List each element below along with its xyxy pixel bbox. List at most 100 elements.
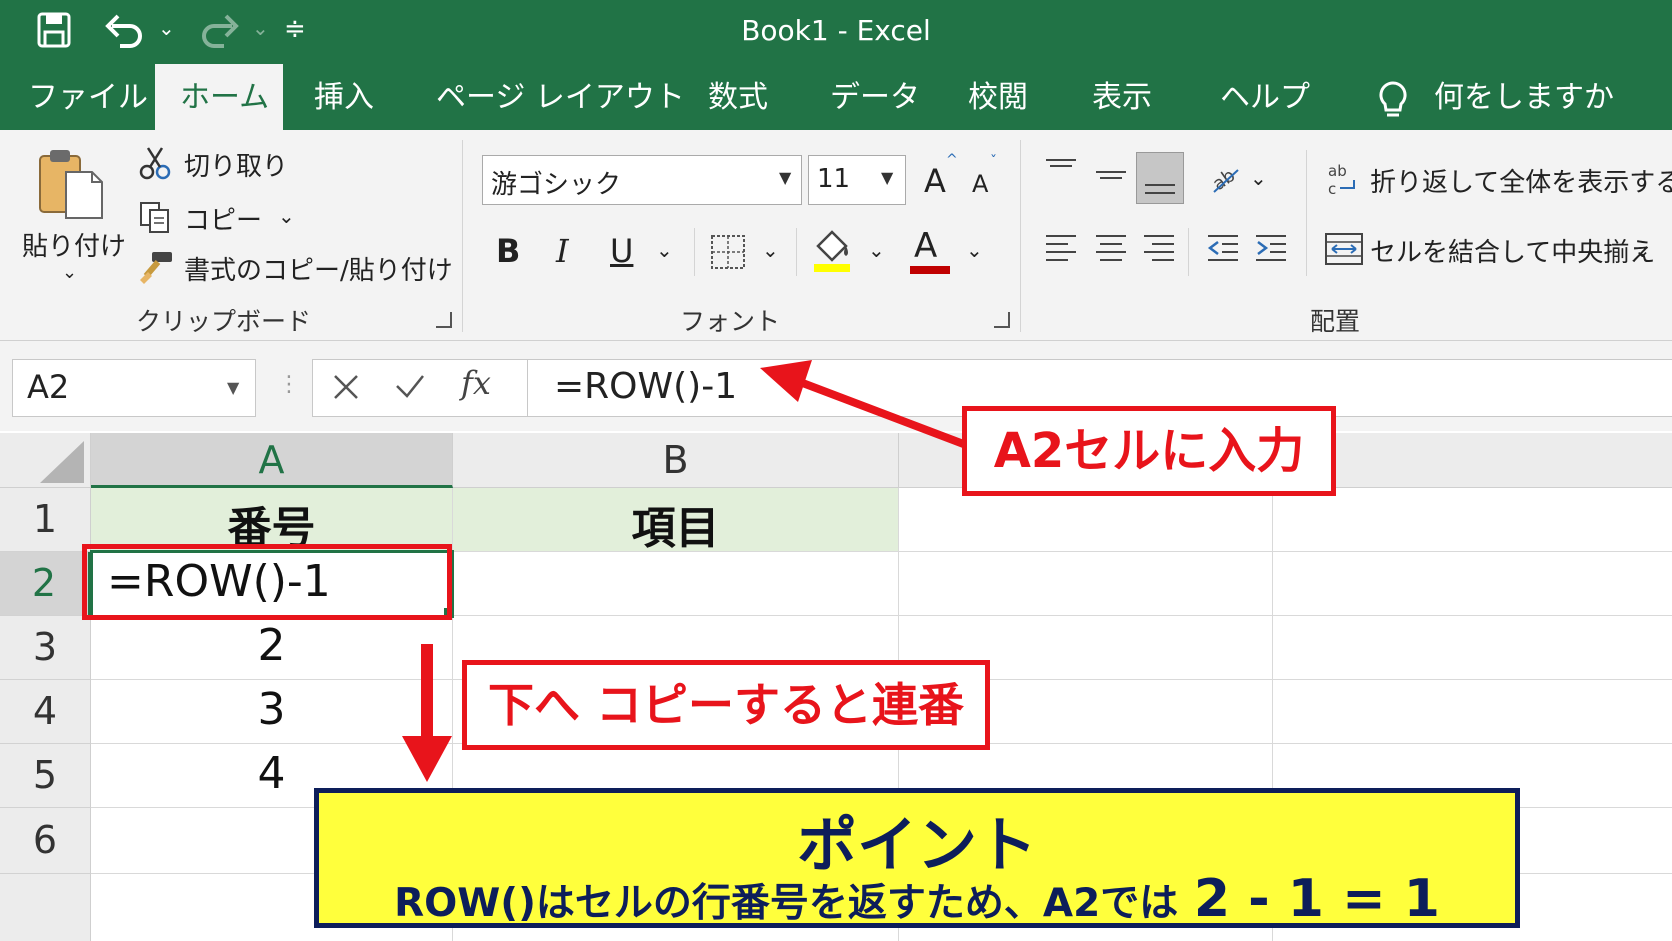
align-right-icon[interactable] (1142, 232, 1176, 270)
arrow-down-icon (402, 644, 452, 782)
point-equation: 2 - 1 = 1 (1193, 869, 1440, 929)
tab-data[interactable]: データ (830, 78, 920, 118)
wrap-text-button[interactable]: 折り返して全体を表示する (1370, 162, 1672, 199)
cut-button[interactable]: 切り取り (184, 146, 288, 183)
cell-b1[interactable]: 項目 (453, 492, 898, 556)
merge-center-icon[interactable] (1324, 230, 1364, 272)
orientation-dropdown-icon[interactable]: ⌄ (1250, 166, 1267, 190)
fill-color-icon[interactable] (812, 228, 852, 276)
name-box-value: A2 (27, 368, 70, 406)
chevron-down-icon: ▼ (227, 378, 240, 397)
format-painter-button[interactable]: 書式のコピー/貼り付け (184, 250, 453, 287)
copy-dropdown-icon[interactable]: ⌄ (278, 204, 295, 228)
window-title: Book1 - Excel (741, 14, 931, 47)
ribbon-separator (1306, 150, 1307, 276)
bold-button[interactable]: B (496, 232, 520, 270)
merge-dropdown-icon[interactable]: ⌄ (1634, 238, 1651, 262)
tab-page-layout[interactable]: ページ レイアウト (436, 78, 685, 118)
alignment-group-label: 配置 (1310, 307, 1361, 336)
font-size-select[interactable]: 11 ▼ (808, 155, 906, 205)
align-top-icon[interactable] (1044, 156, 1078, 190)
scissors-icon[interactable] (138, 146, 172, 184)
svg-text:ab: ab (1328, 162, 1347, 180)
font-name-select[interactable]: 游ゴシック ▼ (482, 155, 802, 205)
lightbulb-icon[interactable] (1376, 80, 1410, 124)
align-center-icon[interactable] (1094, 232, 1128, 270)
row-header-3[interactable]: 3 (0, 616, 91, 680)
paste-button[interactable]: 貼り付け (22, 226, 126, 263)
caret-up-icon: ^ (946, 152, 958, 168)
column-header-a[interactable]: A (91, 433, 453, 488)
row-header-7[interactable] (0, 874, 91, 941)
cancel-icon[interactable] (329, 368, 363, 408)
row-header-2[interactable]: 2 (0, 552, 91, 616)
caret-down-icon: ˇ (990, 154, 997, 170)
font-size-value: 11 (817, 164, 851, 194)
clipboard-group-label: クリップボード (136, 307, 312, 336)
svg-text:c: c (1328, 180, 1336, 198)
align-middle-icon[interactable] (1094, 162, 1128, 196)
chevron-down-icon: ▼ (881, 168, 894, 187)
align-left-icon[interactable] (1044, 232, 1078, 270)
tab-help[interactable]: ヘルプ (1220, 78, 1310, 118)
resize-handle-icon[interactable]: ⋮ (278, 372, 300, 397)
merge-center-button[interactable]: セルを結合して中央揃え (1370, 232, 1655, 269)
insert-function-button[interactable]: fx (461, 364, 491, 402)
a2-highlight-box (82, 544, 452, 620)
shrink-font-button[interactable]: A (972, 170, 988, 198)
borders-icon[interactable] (710, 234, 746, 274)
select-all-button[interactable] (0, 433, 91, 488)
tab-review[interactable]: 校閲 (968, 78, 1028, 118)
formula-text: =ROW()-1 (554, 366, 738, 407)
ribbon-separator (1020, 140, 1021, 332)
clipboard-dialog-launcher-icon[interactable] (436, 312, 452, 328)
fill-color-dropdown-icon[interactable]: ⌄ (868, 238, 885, 262)
grow-font-button[interactable]: A (924, 162, 946, 200)
font-group-label: フォント (680, 307, 781, 336)
copy-button[interactable]: コピー (184, 200, 262, 237)
orientation-icon[interactable]: ab (1208, 160, 1244, 200)
point-text: ROW()はセルの行番号を返すため、A2では 2 - 1 = 1 (319, 869, 1515, 929)
name-box[interactable]: A2 ▼ (12, 359, 256, 417)
row-header-4[interactable]: 4 (0, 680, 91, 744)
tab-insert[interactable]: 挿入 (314, 78, 374, 118)
point-text-prefix: ROW()はセルの行番号を返すため、A2では (394, 881, 1179, 926)
copy-icon[interactable] (138, 200, 172, 238)
formula-buttons: fx (312, 359, 528, 417)
cell-a4[interactable]: 3 (91, 684, 452, 735)
enter-check-icon[interactable] (393, 368, 427, 408)
font-color-button[interactable]: A (914, 226, 937, 266)
paste-dropdown-icon[interactable]: ⌄ (62, 262, 77, 283)
underline-dropdown-icon[interactable]: ⌄ (656, 238, 673, 262)
input-callout: A2セルに入力 (962, 406, 1336, 496)
tab-view[interactable]: 表示 (1092, 78, 1152, 118)
italic-button[interactable]: I (556, 232, 569, 270)
row-header-6[interactable]: 6 (0, 808, 91, 874)
wrap-text-icon[interactable]: ab c (1326, 160, 1360, 202)
point-box: ポイント ROW()はセルの行番号を返すため、A2では 2 - 1 = 1 (314, 788, 1520, 929)
svg-text:ab: ab (1209, 165, 1239, 195)
font-dialog-launcher-icon[interactable] (994, 312, 1010, 328)
underline-button[interactable]: U (610, 232, 633, 270)
tell-me-search[interactable]: 何をしますか (1434, 78, 1614, 118)
ribbon-separator (1188, 228, 1189, 276)
arrow-to-formula-icon (760, 360, 976, 452)
tab-file[interactable]: ファイル (28, 78, 148, 118)
font-color-dropdown-icon[interactable]: ⌄ (966, 238, 983, 262)
format-painter-icon[interactable] (138, 250, 174, 288)
decrease-indent-icon[interactable] (1206, 232, 1240, 270)
ribbon-separator (462, 140, 463, 332)
font-name-value: 游ゴシック (491, 170, 622, 200)
ribbon-separator (796, 228, 797, 276)
chevron-down-icon: ▼ (779, 168, 792, 187)
cell-a3[interactable]: 2 (91, 620, 452, 671)
paste-icon[interactable] (36, 146, 106, 224)
tab-home[interactable]: ホーム (180, 78, 269, 118)
align-bottom-button[interactable] (1136, 152, 1184, 204)
tab-formulas[interactable]: 数式 (708, 78, 768, 118)
borders-dropdown-icon[interactable]: ⌄ (762, 238, 779, 262)
row-header-1[interactable]: 1 (0, 488, 91, 552)
increase-indent-icon[interactable] (1254, 232, 1288, 270)
row-header-5[interactable]: 5 (0, 744, 91, 808)
ribbon-separator (694, 228, 695, 276)
